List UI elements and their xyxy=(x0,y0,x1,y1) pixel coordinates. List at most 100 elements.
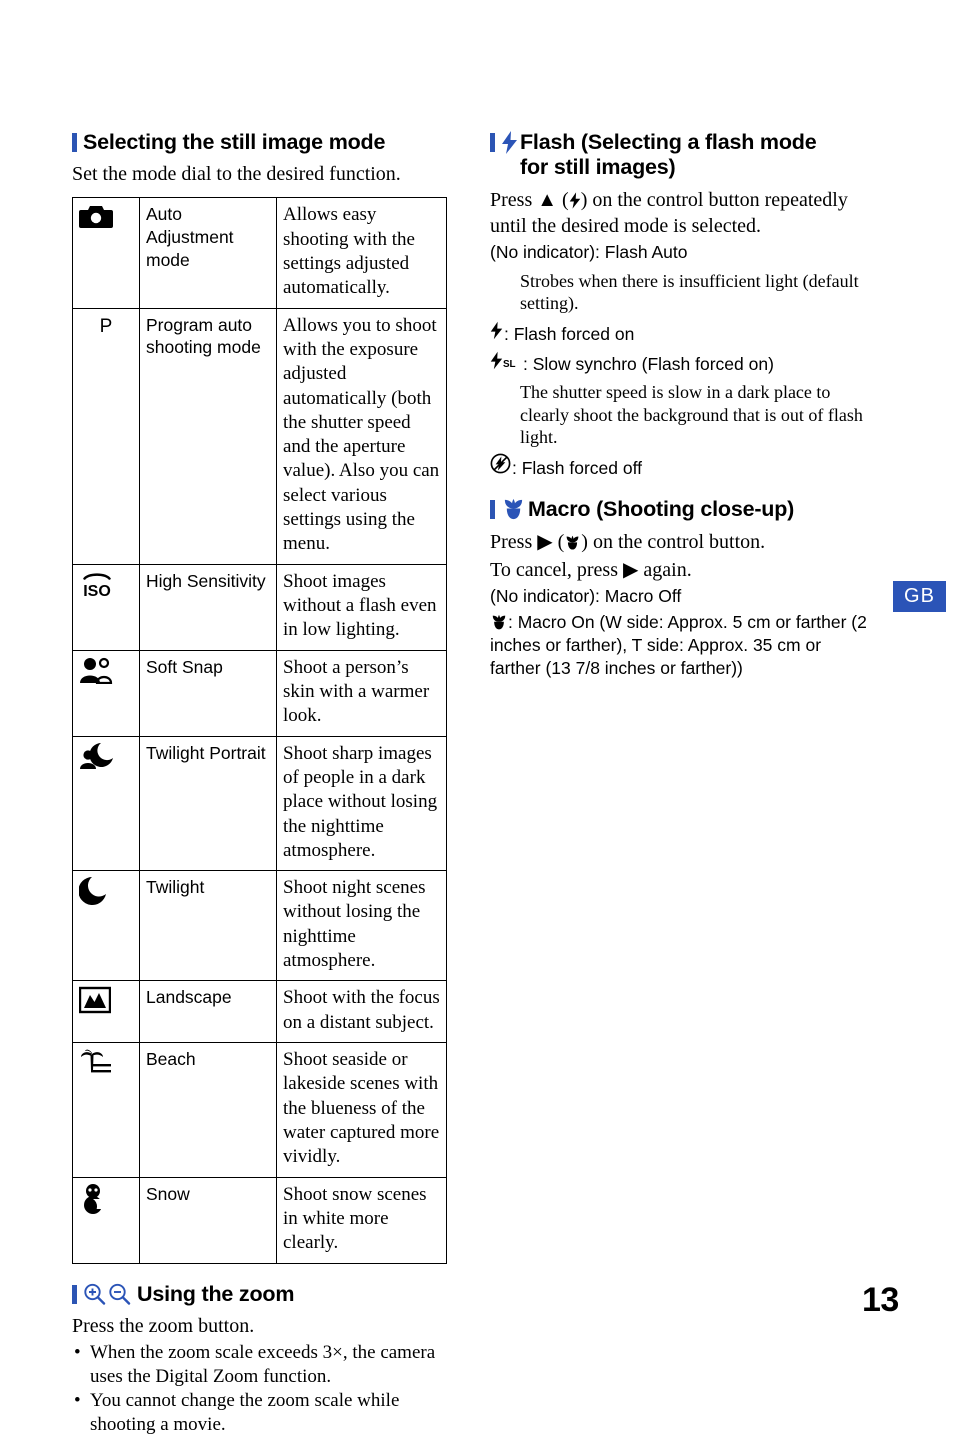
moon-icon xyxy=(79,876,133,906)
heading-line-1: Flash (Selecting a flash mode xyxy=(520,130,817,154)
mode-name-cell: Landscape xyxy=(139,980,277,1044)
right-column: Flash (Selecting a flash mode for still … xyxy=(490,130,870,680)
macro-cancel-line: To cancel, press ▶ again. xyxy=(490,557,870,583)
mode-icon-cell xyxy=(72,1042,140,1178)
flash-mode-label: : Slow synchro (Flash forced on) xyxy=(523,353,774,374)
zoom-bullet-2: You cannot change the zoom scale while s… xyxy=(72,1389,450,1437)
table-row: P Program auto shooting mode Allows you … xyxy=(72,307,447,565)
flash-icon xyxy=(490,321,503,340)
mode-desc-cell: Shoot a person’s skin with a warmer look… xyxy=(276,649,447,737)
heading-using-the-zoom: Using the zoom xyxy=(72,1282,450,1307)
mode-icon-cell: P xyxy=(72,307,140,565)
up-triangle-icon: ▲ xyxy=(537,188,558,211)
table-row: Snow Shoot snow scenes in white more cle… xyxy=(72,1176,447,1264)
left-column: Selecting the still image mode Set the m… xyxy=(72,130,450,1437)
right-triangle-icon: ▶ xyxy=(623,558,639,581)
region-badge-label: GB xyxy=(904,585,935,607)
mode-desc-cell: Shoot snow scenes in white more clearly. xyxy=(276,1176,447,1264)
mode-desc-cell: Shoot night scenes without losing the ni… xyxy=(276,870,447,982)
heading-text: Selecting the still image mode xyxy=(83,130,386,154)
heading-macro: Macro (Shooting close-up) xyxy=(490,497,870,522)
heading-accent-bar xyxy=(72,133,77,152)
table-row: ISO High Sensitivity Shoot images withou… xyxy=(72,563,447,651)
mode-desc-cell: Shoot images without a flash even in low… xyxy=(276,563,447,651)
macro-flower-icon xyxy=(564,535,581,551)
mode-icon-cell xyxy=(72,870,140,982)
macro-paren-open: ( xyxy=(557,530,565,553)
flash-mode-forced-on: : Flash forced on xyxy=(490,321,870,347)
letter-p-icon: P xyxy=(99,315,113,337)
mode-name-cell: Beach xyxy=(139,1042,277,1178)
flash-paren-close: ) xyxy=(580,188,588,211)
mode-icon-cell xyxy=(72,735,140,872)
mode-name-cell: Twilight Portrait xyxy=(139,735,277,872)
twilight-portrait-icon xyxy=(79,742,133,770)
mode-icon-cell: ISO xyxy=(72,563,140,651)
svg-text:SL: SL xyxy=(503,359,516,370)
page-number: 13 xyxy=(862,1281,899,1320)
slow-synchro-detail: The shutter speed is slow in a dark plac… xyxy=(520,381,863,448)
table-row: Twilight Shoot night scenes without losi… xyxy=(72,870,447,982)
table-row: Auto Adjustment mode Allows easy shootin… xyxy=(72,197,447,309)
manual-page: Selecting the still image mode Set the m… xyxy=(0,0,954,1435)
snow-icon xyxy=(79,1183,133,1215)
macro-flower-icon xyxy=(490,614,508,631)
zoom-in-icon xyxy=(83,1283,106,1305)
mode-desc-cell: Shoot with the focus on a distant subjec… xyxy=(276,980,447,1044)
flash-mode-label: : Flash forced off xyxy=(512,457,643,478)
mode-icon-cell xyxy=(72,649,140,737)
zoom-bullet-1: When the zoom scale exceeds 3×, the came… xyxy=(72,1341,450,1389)
flash-icon xyxy=(501,131,518,154)
mode-name-cell: High Sensitivity xyxy=(139,563,277,651)
flash-auto-detail: Strobes when there is insufficient light… xyxy=(520,270,859,314)
macro-no-indicator-line: (No indicator): Macro Off xyxy=(490,585,682,606)
table-row: Landscape Shoot with the focus on a dist… xyxy=(72,980,447,1044)
camera-icon xyxy=(79,203,133,229)
mode-name-cell: Twilight xyxy=(139,870,277,982)
macro-cancel-suffix: again. xyxy=(643,558,692,581)
heading-accent-bar xyxy=(490,133,495,152)
region-badge: GB xyxy=(893,581,946,612)
mode-desc-cell: Allows easy shooting with the settings a… xyxy=(276,197,447,309)
flash-off-icon xyxy=(490,453,511,474)
flash-mode-slow-synchro: SL : Slow synchro (Flash forced on) xyxy=(490,351,870,377)
heading-text: Using the zoom xyxy=(137,1281,295,1306)
macro-on-line: : Macro On (W side: Approx. 5 cm or fart… xyxy=(490,611,870,680)
mode-dial-table: Auto Adjustment mode Allows easy shootin… xyxy=(72,197,447,1264)
zoom-out-icon xyxy=(108,1283,131,1305)
mode-icon-cell xyxy=(72,1176,140,1264)
mode-name-cell: Soft Snap xyxy=(139,649,277,737)
mode-icon-cell xyxy=(72,197,140,309)
mode-name-cell: Auto Adjustment mode xyxy=(139,197,277,309)
mode-desc-cell: Allows you to shoot with the exposure ad… xyxy=(276,307,447,565)
heading-accent-bar xyxy=(490,500,495,520)
beach-icon xyxy=(79,1048,133,1078)
heading-text: Macro (Shooting close-up) xyxy=(528,497,795,522)
mode-icon-cell xyxy=(72,980,140,1044)
flash-paren-open: ( xyxy=(562,188,569,211)
landscape-icon xyxy=(79,986,133,1014)
mode-name-cell: Program auto shooting mode xyxy=(139,307,277,565)
heading-text: Flash (Selecting a flash mode for still … xyxy=(520,130,870,181)
macro-press-line: Press ▶ () on the control button. xyxy=(490,529,870,555)
heading-selecting-still-image-mode: Selecting the still image mode xyxy=(72,130,450,155)
macro-on-text: : Macro On (W side: Approx. 5 cm or fart… xyxy=(490,611,867,678)
macro-press-suffix: on the control button. xyxy=(592,530,766,553)
macro-press-prefix: Press xyxy=(490,530,533,553)
svg-text:ISO: ISO xyxy=(83,583,111,600)
still-image-intro: Set the mode dial to the desired functio… xyxy=(72,163,401,186)
macro-flower-icon xyxy=(501,498,526,521)
mode-desc-cell: Shoot sharp images of people in a dark p… xyxy=(276,735,447,872)
table-row: Beach Shoot seaside or lakeside scenes w… xyxy=(72,1042,447,1178)
flash-instruction: Press ▲ () on the control button repeate… xyxy=(490,187,870,239)
flash-mode-forced-off: : Flash forced off xyxy=(490,453,870,481)
mode-name-cell: Snow xyxy=(139,1176,277,1264)
iso-icon: ISO xyxy=(79,570,133,600)
heading-flash: Flash (Selecting a flash mode for still … xyxy=(490,130,870,181)
zoom-intro: Press the zoom button. xyxy=(72,1314,255,1337)
right-triangle-icon: ▶ xyxy=(537,530,553,553)
flash-instruction-prefix: Press xyxy=(490,188,533,211)
flash-no-indicator-line: (No indicator): Flash Auto xyxy=(490,241,688,262)
macro-cancel-prefix: To cancel, press xyxy=(490,558,618,581)
page-number-value: 13 xyxy=(862,1281,899,1319)
